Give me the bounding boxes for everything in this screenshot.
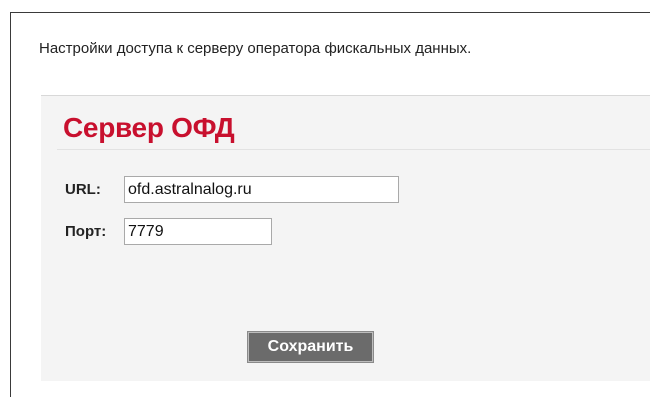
port-input[interactable] — [124, 218, 272, 245]
port-label: Порт: — [65, 223, 107, 240]
page-description: Настройки доступа к серверу оператора фи… — [39, 40, 472, 57]
panel-divider — [57, 149, 650, 150]
url-input[interactable] — [124, 176, 399, 203]
panel-title: Сервер ОФД — [63, 112, 235, 143]
ofd-server-panel: Сервер ОФД URL: Порт: Сохранить — [41, 95, 650, 381]
url-label: URL: — [65, 181, 101, 198]
save-button[interactable]: Сохранить — [247, 331, 374, 363]
